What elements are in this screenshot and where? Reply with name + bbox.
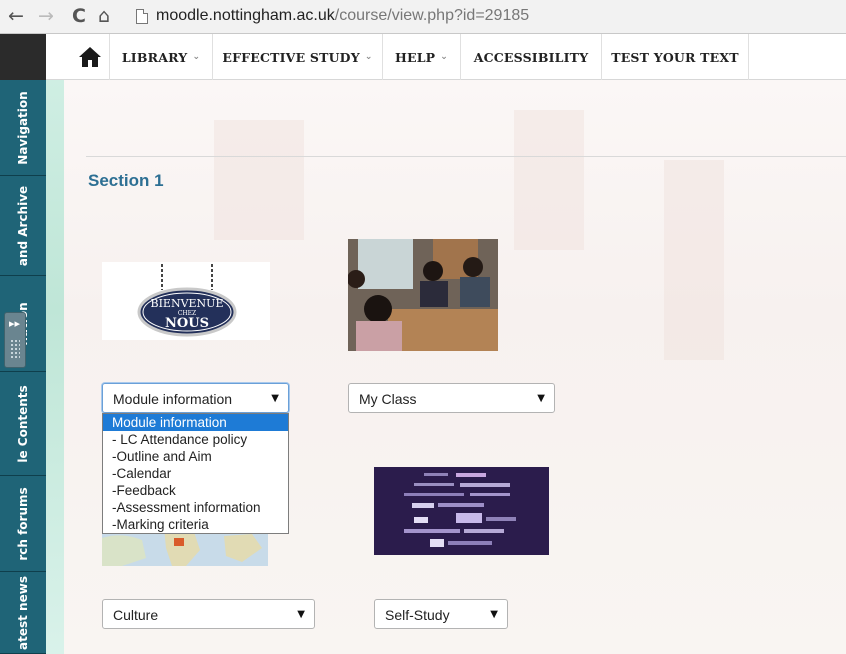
dock-handle[interactable]: ▸▸: [4, 312, 26, 368]
module-information-dropdown: Module information - LC Attendance polic…: [102, 413, 289, 534]
url-host: moodle.nottingham.ac.uk: [156, 7, 335, 24]
url-path: /course/view.php?id=29185: [334, 7, 530, 24]
dropdown-option[interactable]: -Feedback: [103, 482, 288, 499]
nav-accessibility[interactable]: ACCESSIBILITY: [461, 34, 602, 80]
divider: [86, 156, 846, 157]
dock-expand-icon: ▸▸: [9, 317, 21, 330]
nav-test-your-text[interactable]: TEST YOUR TEXT: [602, 34, 749, 80]
svg-text:BIENVENUE: BIENVENUE: [151, 297, 224, 310]
dropdown-option[interactable]: -Outline and Aim: [103, 448, 288, 465]
browser-toolbar: ← → C ⌂ moodle.nottingham.ac.uk/course/v…: [0, 0, 846, 34]
classroom-illustration: [348, 239, 498, 351]
nav-library[interactable]: LIBRARY ⌄: [110, 34, 213, 80]
background-shape: [214, 120, 304, 240]
left-dock-header: [0, 34, 46, 80]
background-shape: [514, 110, 584, 250]
dropdown-arrow-icon: ▼: [537, 393, 545, 404]
background-shape: [664, 160, 724, 360]
word-cloud-illustration: [374, 467, 549, 555]
classroom-photo[interactable]: [348, 239, 498, 351]
word-cloud-image[interactable]: [374, 467, 549, 555]
my-class-select[interactable]: My Class ▼: [348, 383, 555, 413]
svg-text:NOUS: NOUS: [165, 316, 209, 331]
nav-help[interactable]: HELP ⌄: [383, 34, 461, 80]
browser-home-icon[interactable]: ⌂: [98, 6, 110, 26]
dropdown-option[interactable]: -Calendar: [103, 465, 288, 482]
home-icon: [79, 47, 101, 67]
forward-icon[interactable]: →: [38, 6, 54, 26]
dock-tab-archive[interactable]: and Archive: [0, 176, 46, 276]
select-value: Module information: [113, 391, 233, 407]
dock-tab-forums[interactable]: rch forums: [0, 476, 46, 572]
dropdown-option[interactable]: Module information: [103, 414, 288, 431]
dropdown-arrow-icon: ▼: [271, 393, 279, 404]
back-icon[interactable]: ←: [8, 6, 24, 26]
dropdown-option[interactable]: -Assessment information: [103, 499, 288, 516]
chevron-down-icon: ⌄: [364, 52, 373, 62]
dock-tab-navigation[interactable]: Navigation: [0, 80, 46, 176]
dropdown-arrow-icon: ▼: [490, 609, 498, 620]
page-icon: [136, 9, 148, 24]
select-value: Culture: [113, 607, 159, 623]
top-navbar: LIBRARY ⌄ EFFECTIVE STUDY ⌄ HELP ⌄ ACCESSIB…: [46, 34, 846, 80]
nav-home-button[interactable]: [70, 34, 110, 80]
self-study-select[interactable]: Self-Study ▼: [374, 599, 508, 629]
chevron-down-icon: ⌄: [192, 52, 201, 62]
dropdown-option[interactable]: - LC Attendance policy: [103, 431, 288, 448]
dock-tab-news[interactable]: atest news: [0, 572, 46, 654]
dock-tab-contents[interactable]: le Contents: [0, 372, 46, 476]
sign-illustration: BIENVENUE CHEZ NOUS: [137, 264, 237, 337]
dropdown-option[interactable]: -Marking criteria: [103, 516, 288, 533]
module-information-select[interactable]: Module information ▼: [102, 383, 289, 413]
chevron-down-icon: ⌄: [440, 52, 449, 62]
grip-icon: [10, 339, 20, 359]
address-bar[interactable]: moodle.nottingham.ac.uk/course/view.php?…: [128, 5, 828, 29]
culture-select[interactable]: Culture ▼: [102, 599, 315, 629]
select-value: Self-Study: [385, 607, 450, 623]
nav-effective-study[interactable]: EFFECTIVE STUDY ⌄: [213, 34, 383, 80]
url-text[interactable]: moodle.nottingham.ac.uk/course/view.php?…: [156, 7, 529, 25]
bienvenue-image[interactable]: BIENVENUE CHEZ NOUS: [102, 262, 270, 340]
course-content: Section 1: [64, 80, 846, 654]
dropdown-arrow-icon: ▼: [297, 609, 305, 620]
section-title: Section 1: [88, 171, 164, 190]
side-strip: [46, 80, 64, 654]
reload-icon[interactable]: C: [72, 6, 86, 26]
select-value: My Class: [359, 391, 417, 407]
